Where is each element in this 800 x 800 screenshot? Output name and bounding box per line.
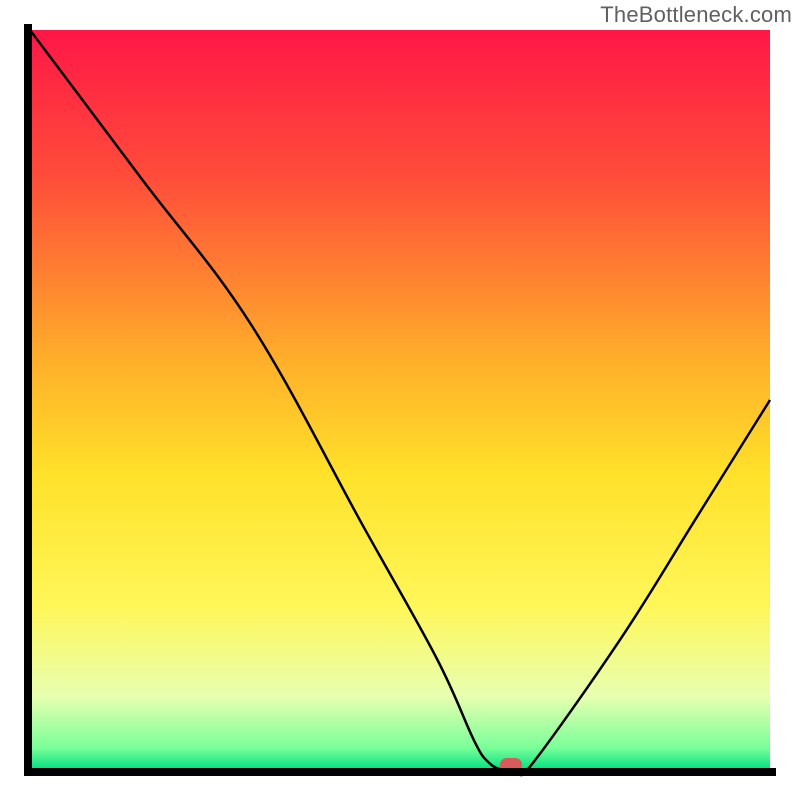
plot-area	[30, 30, 770, 775]
chart-wrapper: TheBottleneck.com	[0, 0, 800, 800]
gradient-fill	[30, 30, 770, 770]
bottleneck-chart	[0, 0, 800, 800]
watermark-text: TheBottleneck.com	[600, 2, 792, 28]
left-axis	[24, 24, 32, 776]
bottom-axis	[24, 768, 776, 776]
